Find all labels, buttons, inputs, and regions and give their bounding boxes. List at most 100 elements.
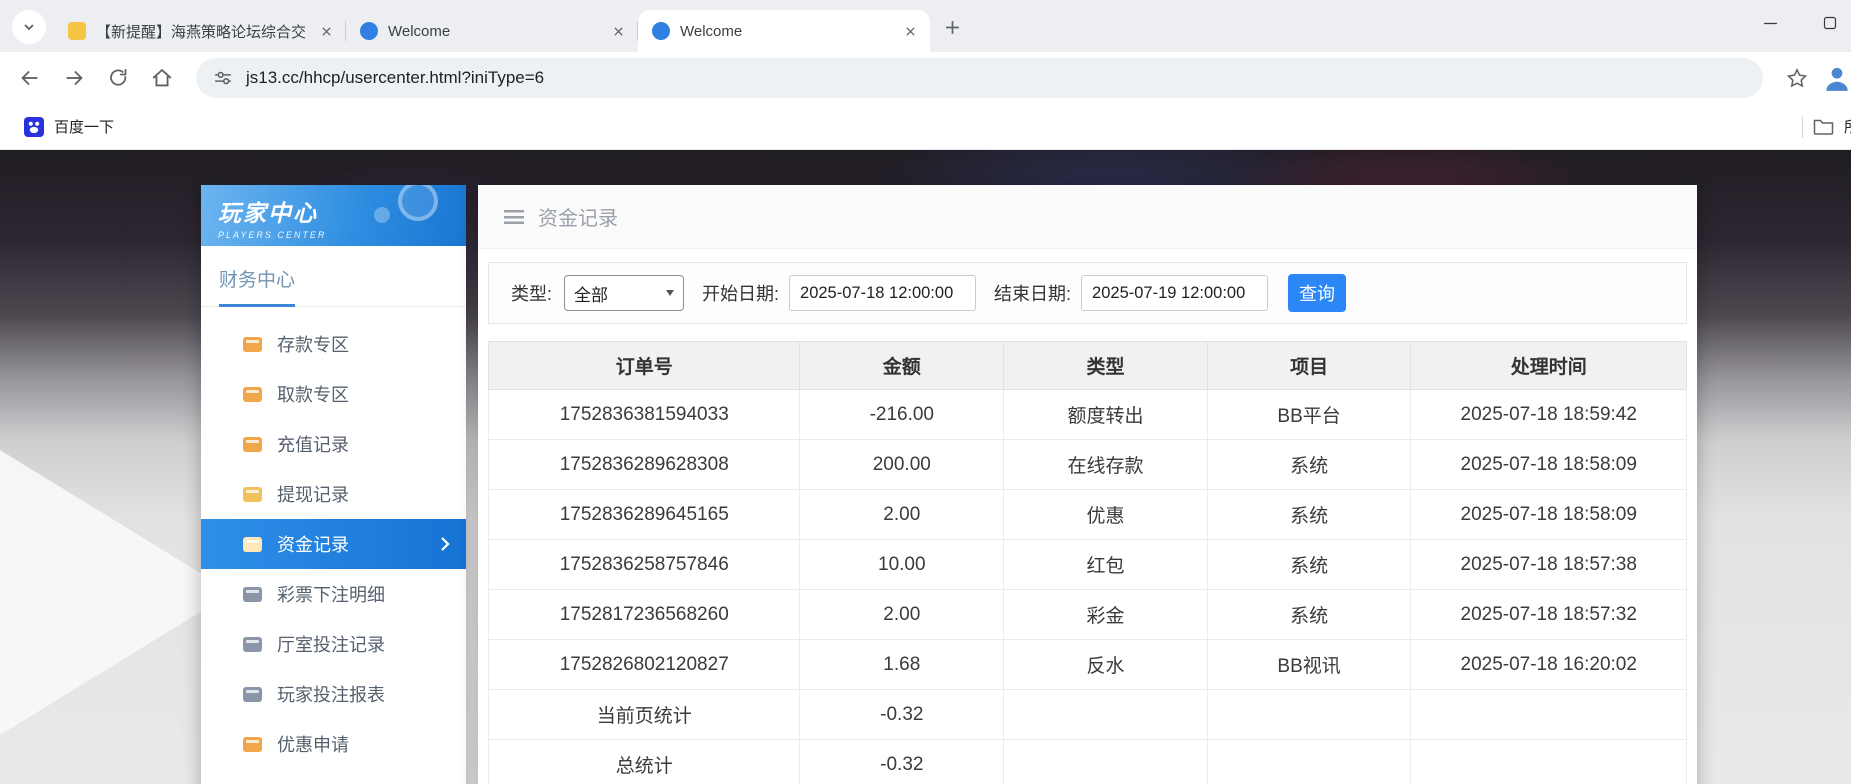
main-panel: 资金记录 类型: 全部 开始日期: 结束日期: 查询 订单 (478, 185, 1697, 784)
forward-arrow-icon (61, 65, 87, 91)
sidebar-item-label: 彩票下注明细 (277, 581, 385, 607)
plus-icon (945, 20, 960, 35)
table-row: 17528362896451652.00优惠系统2025-07-18 18:58… (489, 490, 1687, 540)
sidebar-item-label: 厅室投注记录 (277, 631, 385, 657)
minimize-button[interactable] (1757, 10, 1783, 36)
deposit-zone-icon (243, 337, 262, 352)
column-header: 订单号 (489, 342, 800, 390)
browser-tab-3[interactable]: Welcome (638, 10, 930, 52)
table-cell: 2025-07-18 18:59:42 (1411, 390, 1687, 440)
page-background: 玩家中心 PLAYERS CENTER 财务中心 存款专区 (0, 150, 1851, 784)
type-label: 类型: (511, 280, 552, 306)
tab-close-icon[interactable] (316, 21, 336, 41)
tab-close-icon[interactable] (608, 21, 628, 41)
sidebar-item-label: 玩家投注报表 (277, 681, 385, 707)
section-title: 财务中心 (219, 265, 295, 307)
column-header: 类型 (1004, 342, 1208, 390)
new-tab-button[interactable] (936, 11, 968, 43)
table-cell: 1752826802120827 (489, 640, 800, 690)
table-cell: BB平台 (1207, 390, 1411, 440)
sidebar-item-deposit-zone[interactable]: 存款专区 (201, 319, 466, 369)
forward-button[interactable] (54, 58, 94, 98)
withdraw-zone-icon (243, 387, 262, 402)
end-date-input[interactable] (1081, 275, 1268, 311)
table-body: 1752836381594033-216.00额度转出BB平台2025-07-1… (489, 390, 1687, 784)
folder-icon[interactable] (1813, 118, 1834, 135)
table-cell (1004, 740, 1208, 784)
url-bar[interactable]: js13.cc/hhcp/usercenter.html?iniType=6 (196, 58, 1763, 98)
maximize-button[interactable] (1817, 10, 1843, 36)
sidebar-item-hall-bet-records[interactable]: 厅室投注记录 (201, 619, 466, 669)
table-cell: 2025-07-18 18:57:32 (1411, 590, 1687, 640)
sidebar-menu: 存款专区 取款专区 充值记录 (201, 307, 466, 769)
table-cell: 总统计 (489, 740, 800, 784)
browser-tab-2[interactable]: Welcome (346, 10, 638, 52)
table-cell: 红包 (1004, 540, 1208, 590)
sidebar-section: 财务中心 (201, 246, 466, 307)
refresh-button[interactable] (98, 58, 138, 98)
site-info-icon[interactable] (212, 67, 234, 89)
sidebar-item-withdraw-zone[interactable]: 取款专区 (201, 369, 466, 419)
sidebar-item-promo-apply[interactable]: 优惠申请 (201, 719, 466, 769)
divider (1802, 116, 1803, 138)
table-cell: -0.32 (800, 690, 1004, 740)
table-cell: 彩金 (1004, 590, 1208, 640)
type-select-value: 全部 (574, 281, 608, 306)
window-controls (1757, 0, 1845, 46)
query-button[interactable]: 查询 (1288, 274, 1346, 312)
sidebar-item-label: 优惠申请 (277, 731, 349, 757)
table-cell: 200.00 (800, 440, 1004, 490)
hall-bet-records-icon (243, 637, 262, 652)
table-cell: 10.00 (800, 540, 1004, 590)
bookmark-star-button[interactable] (1777, 58, 1817, 98)
sidebar-item-recharge-records[interactable]: 充值记录 (201, 419, 466, 469)
table-cell (1411, 740, 1687, 784)
tab-strip: 【新提醒】海燕策略论坛综合交 Welcome Welcome (0, 0, 1851, 52)
home-icon (149, 65, 175, 91)
maximize-icon (1823, 16, 1837, 30)
home-button[interactable] (142, 58, 182, 98)
back-button[interactable] (10, 58, 50, 98)
bookmark-baidu[interactable]: 百度一下 (16, 112, 122, 141)
person-icon (1822, 63, 1851, 93)
nav-bar: js13.cc/hhcp/usercenter.html?iniType=6 (0, 52, 1851, 104)
column-header: 处理时间 (1411, 342, 1687, 390)
end-date-label: 结束日期: (994, 280, 1071, 306)
table-cell: 2025-07-18 18:58:09 (1411, 440, 1687, 490)
table-cell: 系统 (1207, 440, 1411, 490)
table-cell: 2.00 (800, 590, 1004, 640)
sidebar-item-label: 取款专区 (277, 381, 349, 407)
sidebar-item-lottery-bet-details[interactable]: 彩票下注明细 (201, 569, 466, 619)
minimize-icon (1763, 16, 1778, 31)
tab-favicon (652, 22, 670, 40)
baidu-favicon (24, 117, 44, 137)
promo-apply-icon (243, 737, 262, 752)
sidebar-item-label: 存款专区 (277, 331, 349, 357)
profile-avatar[interactable] (1821, 62, 1851, 94)
start-date-label: 开始日期: (702, 280, 779, 306)
type-select[interactable]: 全部 (564, 275, 684, 311)
table-row: 1752836289628308200.00在线存款系统2025-07-18 1… (489, 440, 1687, 490)
tab-title: 【新提醒】海燕策略论坛综合交 (96, 21, 306, 42)
page-title: 资金记录 (538, 202, 618, 231)
refresh-icon (106, 66, 131, 91)
sidebar-item-player-bet-report[interactable]: 玩家投注报表 (201, 669, 466, 719)
sidebar-item-label: 资金记录 (277, 531, 349, 557)
sidebar-item-label: 充值记录 (277, 431, 349, 457)
table-cell: 当前页统计 (489, 690, 800, 740)
tab-title: Welcome (388, 23, 598, 40)
sidebar-item-label: 提现记录 (277, 481, 349, 507)
tab-favicon (360, 22, 378, 40)
tab-search-button[interactable] (12, 10, 46, 44)
sidebar: 玩家中心 PLAYERS CENTER 财务中心 存款专区 (201, 185, 466, 784)
table-cell: 系统 (1207, 590, 1411, 640)
sidebar-item-withdrawal-records[interactable]: 提现记录 (201, 469, 466, 519)
table-cell: 1752817236568260 (489, 590, 800, 640)
browser-tab-1[interactable]: 【新提醒】海燕策略论坛综合交 (54, 10, 346, 52)
start-date-input[interactable] (789, 275, 976, 311)
tab-close-icon[interactable] (900, 21, 920, 41)
table-cell (1411, 690, 1687, 740)
bookmark-label: 百度一下 (54, 116, 114, 137)
sidebar-item-funds-records[interactable]: 资金记录 (201, 519, 466, 569)
table-row: 1752836381594033-216.00额度转出BB平台2025-07-1… (489, 390, 1687, 440)
